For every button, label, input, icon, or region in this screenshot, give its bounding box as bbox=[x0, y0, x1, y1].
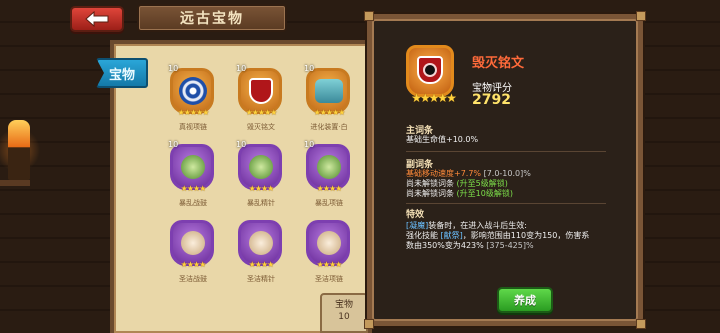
effect-line-2: 强化技能 [献祭]，影响范围由110变为150，伤害系 bbox=[406, 231, 589, 241]
effect-tag: [凝魔] bbox=[406, 221, 429, 230]
frame-corner bbox=[364, 319, 374, 329]
effect-line-2-prefix: 强化技能 bbox=[406, 231, 438, 240]
treasure-count-plaque: 宝物 10 bbox=[320, 293, 368, 333]
item-name: 暴乱精针 bbox=[247, 199, 275, 207]
effect-line-1: [凝魔]装备时，在进入战斗后生效: bbox=[406, 221, 527, 231]
sub-attr-value: 基础移动速度+7.7% bbox=[406, 169, 482, 178]
treasure-item[interactable]: 10 ★★★★★ 进化装置·白 bbox=[300, 64, 358, 136]
item-stars: ★★★★★ bbox=[313, 108, 346, 117]
treasure-name: 毁灭铭文 bbox=[472, 56, 525, 71]
item-name: 毁灭铭文 bbox=[247, 123, 275, 131]
needle-icon bbox=[249, 231, 273, 255]
item-stars: ★★★★ bbox=[248, 184, 275, 193]
item-stars: ★★★★ bbox=[180, 260, 207, 269]
frame-corner bbox=[364, 11, 374, 21]
locked-attr-text: 尚未解锁词条 bbox=[406, 179, 454, 188]
page-title: 远古宝物 bbox=[137, 4, 287, 32]
item-stars: ★★★★★ bbox=[245, 108, 278, 117]
item-name: 暴乱项链 bbox=[315, 199, 343, 207]
cultivate-button[interactable]: 养成 bbox=[497, 287, 553, 313]
item-name: 圣洁战鼓 bbox=[179, 275, 207, 283]
treasure-item[interactable]: 10 ★★★★ 暴乱项链 bbox=[300, 140, 358, 212]
frame-corner bbox=[636, 319, 646, 329]
item-name: 圣洁项链 bbox=[315, 275, 343, 283]
sub-attr-line: 基础移动速度+7.7% [7.0-10.0]% bbox=[406, 169, 531, 179]
effect-skill: [献祭] bbox=[440, 231, 463, 240]
treasure-item[interactable]: ★★★★ 圣洁战鼓 bbox=[164, 216, 222, 288]
treasure-item[interactable]: 10 ★★★★ 暴乱战鼓 bbox=[164, 140, 222, 212]
item-name: 进化装置·白 bbox=[310, 123, 348, 131]
effect-title: 特效 bbox=[406, 210, 425, 220]
inscription-icon bbox=[249, 78, 273, 104]
item-level: 10 bbox=[236, 140, 247, 149]
needle-icon bbox=[249, 155, 273, 179]
main-attr-line: 基础生命值+10.0% bbox=[406, 135, 479, 144]
drum-icon bbox=[181, 231, 205, 255]
popup-content: ★★★★★ 毁灭铭文 宝物评分 2792 主词条 基础生命值+10.0% 副词条… bbox=[386, 27, 624, 313]
sub-attr-range: [7.0-10.0]% bbox=[483, 169, 531, 178]
effect-line-3-range: [375-425]% bbox=[486, 241, 534, 250]
locked-attr-line: 尚未解锁词条 (升至10级解锁) bbox=[406, 189, 513, 199]
drum-icon bbox=[181, 155, 205, 179]
inscription-icon bbox=[417, 56, 443, 84]
frame-corner bbox=[636, 11, 646, 21]
effect-line-2-suffix: ，影响范围由110变为150，伤害系 bbox=[462, 231, 590, 240]
treasure-count-value: 10 bbox=[338, 312, 350, 322]
back-arrow-icon bbox=[85, 11, 109, 27]
treasure-detail-popup: ★★★★★ 毁灭铭文 宝物评分 2792 主词条 基础生命值+10.0% 副词条… bbox=[364, 11, 646, 329]
item-stars: ★★★★★ bbox=[177, 108, 210, 117]
necklace-icon bbox=[179, 77, 207, 105]
treasure-item[interactable]: 10 ★★★★★ 真视项链 bbox=[164, 64, 222, 136]
treasure-item[interactable]: ★★★★ 圣洁精针 bbox=[232, 216, 290, 288]
item-stars: ★★★★ bbox=[316, 260, 343, 269]
item-level: 10 bbox=[304, 140, 315, 149]
locked-attr-hint: (升至5级解锁) bbox=[456, 179, 508, 188]
item-stars: ★★★★ bbox=[316, 184, 343, 193]
necklace-icon bbox=[317, 155, 341, 179]
divider bbox=[406, 151, 606, 152]
locked-attr-text: 尚未解锁词条 bbox=[406, 189, 454, 198]
item-name: 圣洁精针 bbox=[247, 275, 275, 283]
treasure-stars: ★★★★★ bbox=[411, 91, 457, 105]
device-icon bbox=[315, 79, 343, 103]
back-button[interactable] bbox=[70, 6, 124, 32]
item-stars: ★★★★ bbox=[180, 184, 207, 193]
treasure-item[interactable]: 10 ★★★★ 暴乱精针 bbox=[232, 140, 290, 212]
item-level: 10 bbox=[304, 64, 315, 73]
item-level: 10 bbox=[236, 64, 247, 73]
effect-line-3: 数由350%变为423% [375-425]% bbox=[406, 241, 534, 251]
effect-line-3-prefix: 数由350%变为423% bbox=[406, 241, 484, 250]
item-level: 10 bbox=[168, 140, 179, 149]
treasure-count-label: 宝物 bbox=[334, 300, 353, 310]
item-stars: ★★★★ bbox=[248, 260, 275, 269]
effect-line-1-text: 装备时，在进入战斗后生效: bbox=[428, 221, 527, 230]
treasure-item[interactable]: 10 ★★★★★ 毁灭铭文 bbox=[232, 64, 290, 136]
torch-holder bbox=[0, 180, 30, 186]
necklace-icon bbox=[317, 231, 341, 255]
score-value: 2792 bbox=[472, 92, 511, 108]
torch-icon bbox=[8, 120, 30, 180]
locked-attr-hint: (升至10级解锁) bbox=[456, 189, 513, 198]
treasure-icon-frame bbox=[406, 45, 454, 97]
item-level: 10 bbox=[168, 64, 179, 73]
locked-attr-line: 尚未解锁词条 (升至5级解锁) bbox=[406, 179, 508, 189]
item-name: 暴乱战鼓 bbox=[179, 199, 207, 207]
divider bbox=[406, 203, 606, 204]
treasure-item[interactable]: ★★★★ 圣洁项链 bbox=[300, 216, 358, 288]
item-name: 真视项链 bbox=[179, 123, 207, 131]
treasure-collection-panel: 10 ★★★★★ 真视项链 10 ★★★★★ 毁灭铭文 10 ★★★★★ 进化装… bbox=[110, 40, 372, 333]
